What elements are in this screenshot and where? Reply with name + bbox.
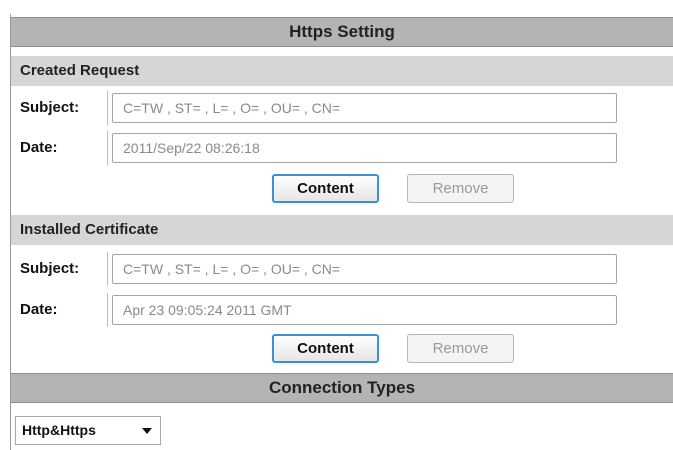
created-request-date-label: Date:: [20, 139, 58, 156]
installed-certificate-date-field[interactable]: Apr 23 09:05:24 2011 GMT: [112, 295, 617, 325]
installed-certificate-date-label: Date:: [20, 301, 58, 318]
connection-type-select[interactable]: Http&Https: [15, 416, 161, 445]
installed-certificate-remove-button[interactable]: Remove: [407, 334, 514, 363]
installed-certificate-subject-label: Subject:: [20, 260, 80, 277]
chevron-down-icon: [142, 428, 152, 434]
page-title: Https Setting: [11, 17, 673, 47]
created-request-content-button[interactable]: Content: [272, 174, 379, 203]
column-divider: [107, 293, 108, 327]
connection-types-heading: Connection Types: [11, 373, 673, 403]
created-request-heading: Created Request: [11, 56, 673, 86]
created-request-date-field[interactable]: 2011/Sep/22 08:26:18: [112, 133, 617, 163]
created-request-subject-label: Subject:: [20, 99, 80, 116]
created-request-remove-button[interactable]: Remove: [407, 174, 514, 203]
installed-certificate-heading: Installed Certificate: [11, 215, 673, 245]
created-request-subject-field[interactable]: C=TW , ST= , L= , O= , OU= , CN=: [112, 93, 617, 123]
column-divider: [107, 131, 108, 165]
column-divider: [107, 91, 108, 125]
installed-certificate-subject-field[interactable]: C=TW , ST= , L= , O= , OU= , CN=: [112, 254, 617, 284]
connection-type-selected-value: Http&Https: [22, 422, 96, 438]
column-divider: [107, 252, 108, 286]
installed-certificate-content-button[interactable]: Content: [272, 334, 379, 363]
https-settings-panel: Https Setting Created Request Subject: C…: [10, 14, 673, 450]
